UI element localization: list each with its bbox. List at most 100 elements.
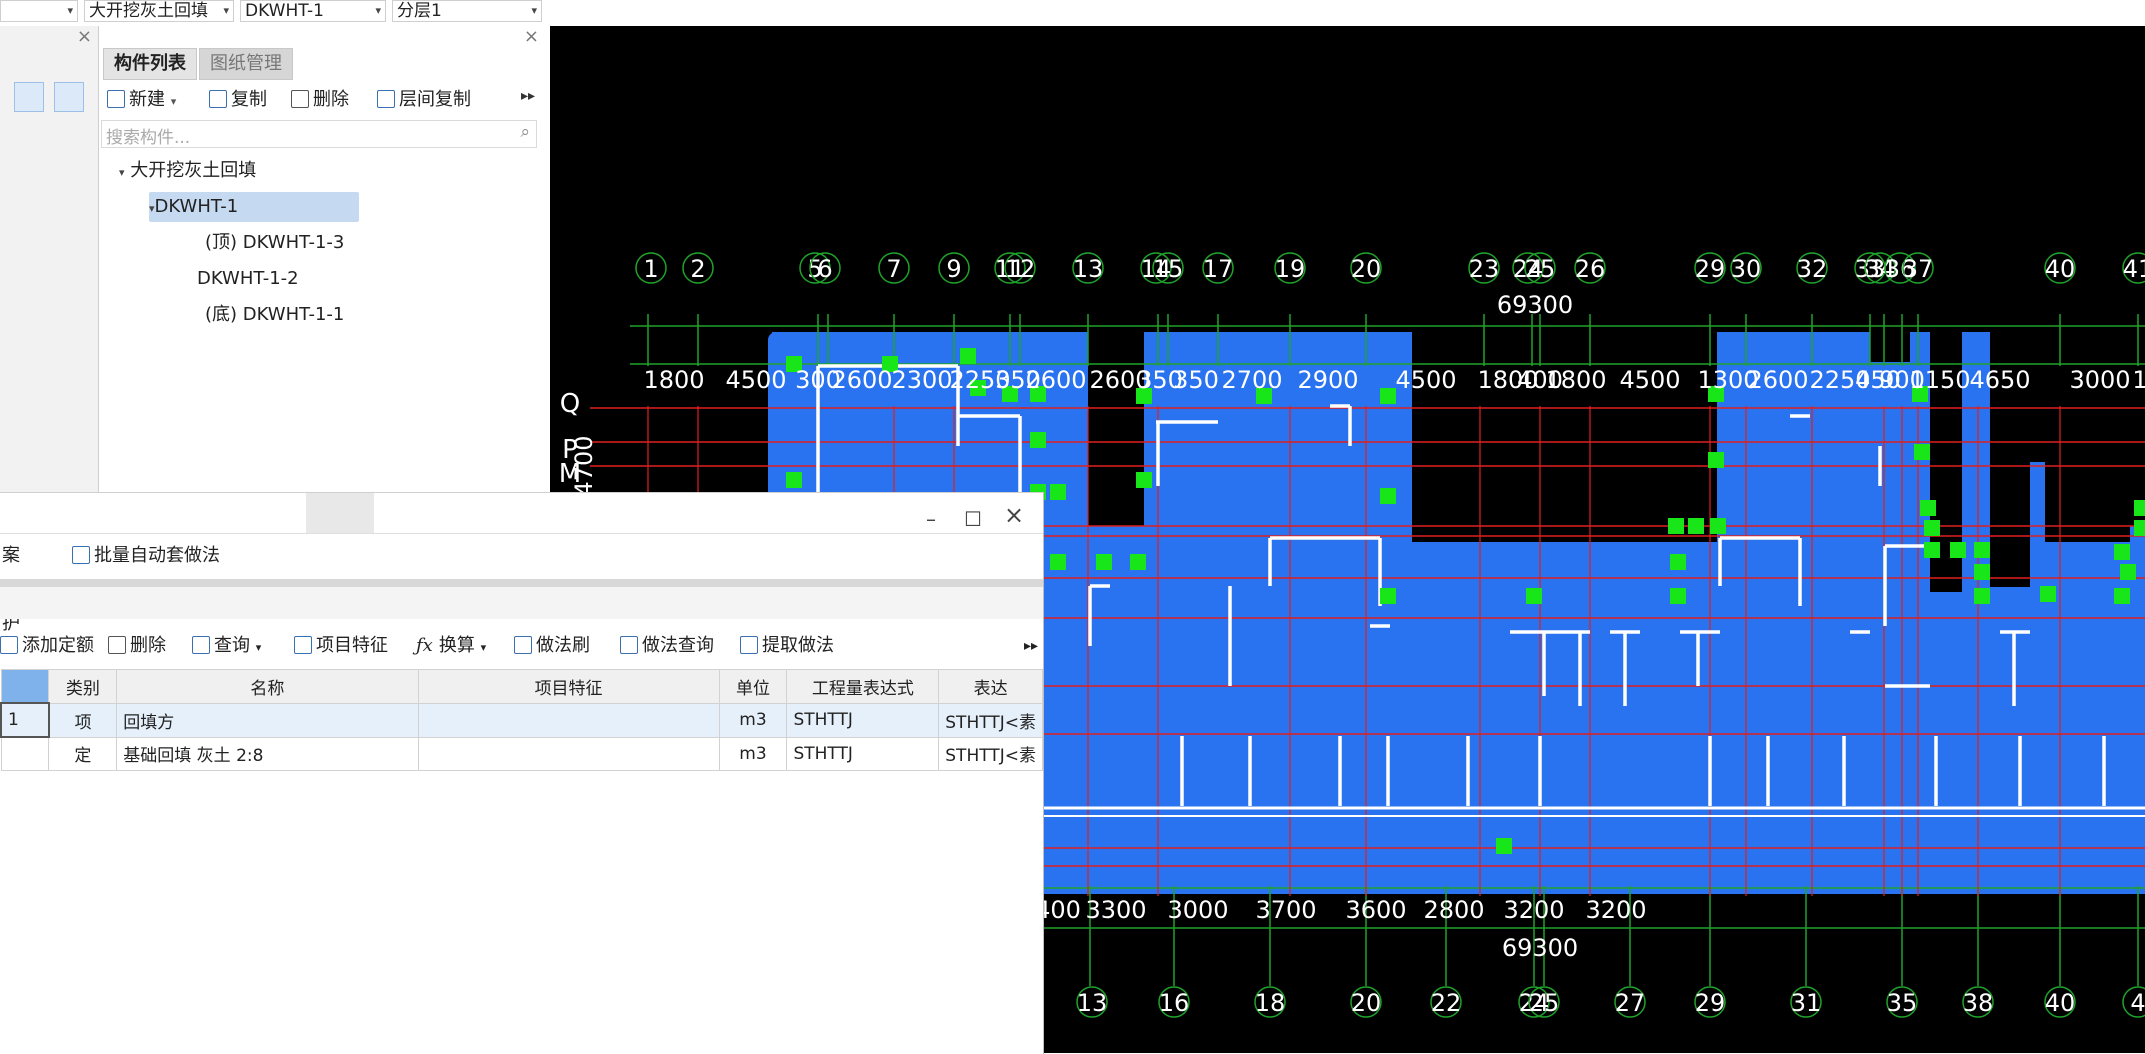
- floor-dropdown[interactable]: ▾: [0, 0, 78, 22]
- delete-row-label: 删除: [130, 635, 166, 656]
- column-header[interactable]: 名称: [116, 669, 419, 704]
- component-list-panel: × 构件列表 图纸管理 新建 ▾ 复制 删除 层间复制 ▸▸ 搜索构件... ⌕…: [98, 26, 545, 492]
- method-brush-button[interactable]: 做法刷: [514, 629, 590, 663]
- column-marker: [1096, 554, 1112, 570]
- column-header[interactable]: 项目特征: [417, 669, 720, 704]
- batch-auto-apply-button[interactable]: 批量自动套做法: [72, 539, 220, 573]
- axis-label: 26: [1575, 255, 1606, 283]
- copy-button[interactable]: 复制: [209, 84, 267, 116]
- layer-dropdown[interactable]: 分层1 ▾: [392, 0, 542, 22]
- table-cell[interactable]: m3: [718, 702, 788, 738]
- axis-label: 6: [817, 255, 832, 283]
- delete-row-button[interactable]: 删除: [108, 629, 166, 663]
- table-row[interactable]: 定 基础回填 灰土 2:8 m3 STHTTJ STHTTJ<素: [0, 736, 1043, 771]
- minimize-icon[interactable]: –: [926, 507, 936, 531]
- table-cell[interactable]: STHTTJ<素: [938, 736, 1043, 771]
- table-cell[interactable]: [417, 736, 720, 771]
- more-icon[interactable]: ▸▸: [521, 88, 535, 104]
- add-quota-button[interactable]: 添加定额: [0, 629, 94, 663]
- search-icon[interactable]: ⌕: [520, 122, 530, 142]
- delete-button[interactable]: 删除: [291, 84, 349, 116]
- close-icon[interactable]: ×: [77, 26, 92, 47]
- axis-label: 35: [1887, 989, 1918, 1017]
- column-header[interactable]: [0, 669, 50, 704]
- close-icon[interactable]: ×: [1004, 501, 1024, 529]
- column-marker: [2134, 500, 2145, 516]
- floor-copy-label: 层间复制: [399, 89, 471, 110]
- table-cell[interactable]: m3: [718, 736, 788, 771]
- dialog-titlebar[interactable]: – ☐ ×: [0, 493, 1043, 534]
- column-header[interactable]: 单位: [718, 669, 788, 704]
- table-header-row: 类别 名称 项目特征 单位 工程量表达式 表达: [0, 669, 1043, 704]
- table-cell[interactable]: STHTTJ: [786, 736, 940, 771]
- column-header[interactable]: 工程量表达式: [786, 669, 940, 704]
- method-query-button[interactable]: 做法查询: [620, 629, 714, 663]
- column-marker: [1974, 542, 1990, 558]
- list-view-icon[interactable]: [14, 82, 44, 112]
- floor-copy-button[interactable]: 层间复制: [377, 84, 471, 116]
- item-feature-button[interactable]: 项目特征: [294, 629, 388, 663]
- dimension-label: 3000: [2069, 366, 2130, 394]
- table-cell[interactable]: STHTTJ<素: [938, 702, 1043, 738]
- column-marker: [1380, 488, 1396, 504]
- tree-item-label: DKWHT-1: [154, 196, 239, 217]
- tree-item[interactable]: (底) DKWHT-1-1: [205, 300, 344, 330]
- component-type-dropdown[interactable]: 大开挖灰土回填 ▾: [84, 0, 234, 22]
- column-marker: [960, 348, 976, 364]
- dimension-label: 3300: [1085, 896, 1146, 924]
- axis-label: 7: [886, 255, 901, 283]
- table-cell[interactable]: 回填方: [116, 702, 419, 738]
- brush-icon: [514, 636, 532, 654]
- axis-label: 12: [1005, 255, 1036, 283]
- dimension-label: 3600: [1345, 896, 1406, 924]
- delete-label: 删除: [313, 89, 349, 110]
- column-marker: [1130, 554, 1146, 570]
- column-header[interactable]: 类别: [48, 669, 118, 704]
- search-input[interactable]: 搜索构件...: [106, 123, 190, 148]
- tab-drawing-management[interactable]: 图纸管理: [199, 48, 293, 80]
- dropdown-arrow-icon: ▾: [531, 4, 537, 17]
- table-row[interactable]: 1 项 回填方 m3 STHTTJ STHTTJ<素: [0, 702, 1043, 738]
- column-marker: [1668, 518, 1684, 534]
- axis-label: 17: [1203, 255, 1234, 283]
- table-cell[interactable]: 基础回填 灰土 2:8: [116, 736, 419, 771]
- tab-component-list[interactable]: 构件列表: [103, 48, 197, 80]
- more-icon[interactable]: ▸▸: [1024, 629, 1038, 663]
- close-icon[interactable]: ×: [524, 26, 539, 47]
- tree-item-selected[interactable]: ▾DKWHT-1: [149, 192, 359, 222]
- table-cell[interactable]: 定: [48, 736, 118, 771]
- search-box[interactable]: 搜索构件... ⌕: [101, 120, 537, 148]
- table-cell[interactable]: [417, 702, 720, 738]
- dropdown-arrow-icon: ▾: [67, 4, 73, 17]
- tree-item[interactable]: DKWHT-1-2: [197, 264, 299, 294]
- new-button[interactable]: 新建 ▾: [107, 84, 176, 116]
- axis-label: 31: [1791, 989, 1822, 1017]
- axis-label: 22: [1431, 989, 1462, 1017]
- column-marker: [2120, 564, 2136, 580]
- title-tab: [306, 493, 374, 533]
- extract-method-button[interactable]: 提取做法: [740, 629, 834, 663]
- query-button[interactable]: 查询 ▾: [192, 629, 261, 665]
- item-feature-label: 项目特征: [316, 635, 388, 656]
- expand-icon: ▾: [119, 166, 125, 179]
- table-cell[interactable]: [0, 736, 50, 771]
- axis-label: 30: [1731, 255, 1762, 283]
- convert-button[interactable]: ƒx 换算 ▾: [416, 629, 486, 665]
- table-cell[interactable]: STHTTJ: [786, 702, 940, 738]
- tree-item[interactable]: (顶) DKWHT-1-3: [205, 228, 344, 258]
- column-marker: [2134, 520, 2145, 536]
- component-dropdown[interactable]: DKWHT-1 ▾: [240, 0, 386, 22]
- table-cell[interactable]: 项: [48, 702, 118, 738]
- maximize-icon[interactable]: ☐: [964, 507, 982, 531]
- column-marker: [1710, 518, 1726, 534]
- tree-root[interactable]: ▾ 大开挖灰土回填: [119, 156, 256, 186]
- column-marker: [1380, 388, 1396, 404]
- detail-view-icon[interactable]: [54, 82, 84, 112]
- axis-label: 20: [1351, 989, 1382, 1017]
- dimension-label: 4500: [725, 366, 786, 394]
- column-header[interactable]: 表达: [938, 669, 1043, 704]
- table-cell[interactable]: 1: [0, 702, 50, 738]
- dialog-subheader: [0, 587, 1043, 619]
- left-panel: ×: [0, 26, 99, 492]
- axis-label: 20: [1351, 255, 1382, 283]
